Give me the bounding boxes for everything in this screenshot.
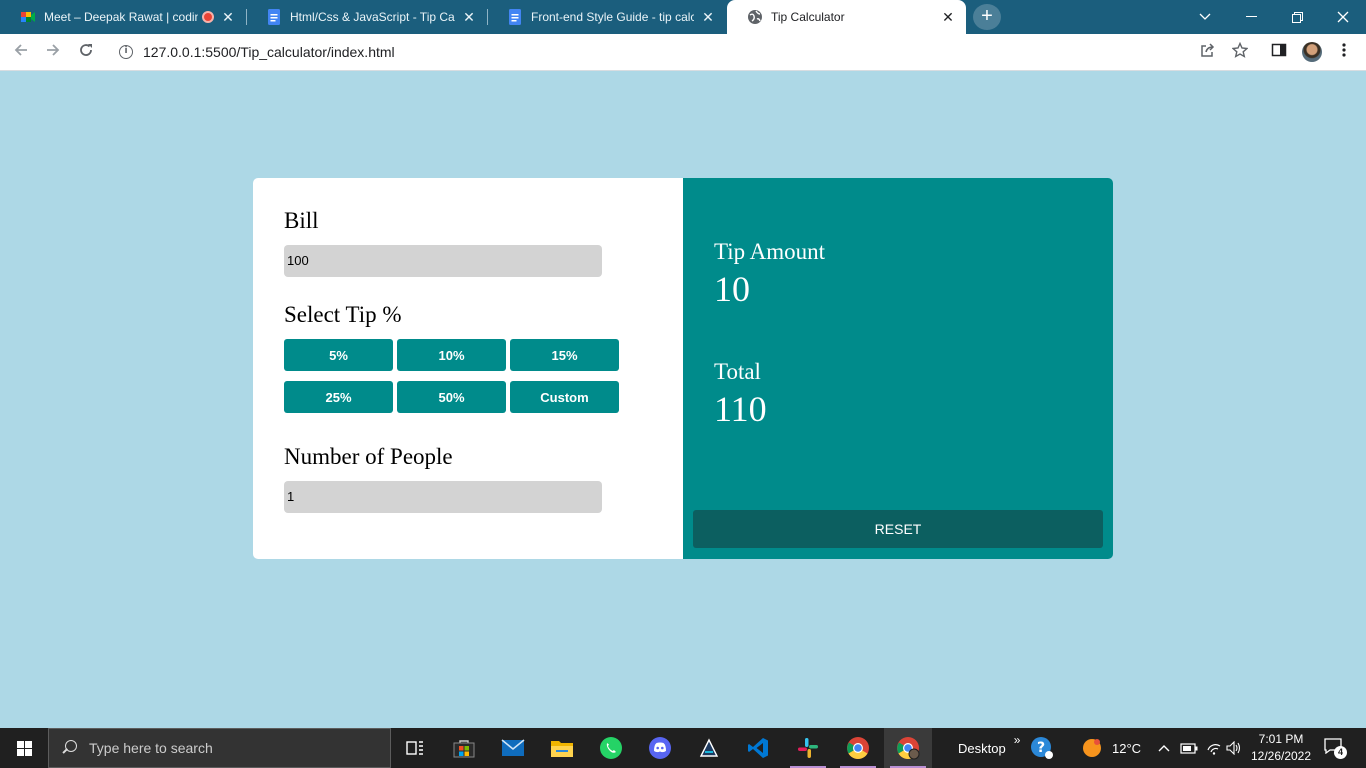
- google-docs-icon: [507, 9, 523, 25]
- restore-button[interactable]: [1274, 0, 1320, 34]
- close-tab-button[interactable]: ✕: [220, 9, 236, 25]
- results-panel: Tip Amount 10 Total 110 RESET: [683, 178, 1113, 559]
- share-icon[interactable]: [1198, 42, 1218, 62]
- profile-avatar[interactable]: [1302, 42, 1322, 62]
- volume-icon[interactable]: [1226, 728, 1242, 768]
- clock-time: 7:01 PM: [1258, 732, 1304, 746]
- url-text: 127.0.0.1:5500/Tip_calculator/index.html: [143, 44, 395, 60]
- notification-count-badge: 4: [1334, 746, 1347, 759]
- tab-style-guide[interactable]: Front-end Style Guide - tip calcul ✕: [487, 0, 726, 34]
- windows-logo-icon: [16, 740, 32, 756]
- microsoft-store-icon[interactable]: [440, 728, 488, 768]
- address-bar[interactable]: i 127.0.0.1:5500/Tip_calculator/index.ht…: [108, 38, 1260, 67]
- browser-tab-strip: Meet – Deepak Rawat | codin ✕ Html/Css &…: [0, 0, 1366, 34]
- tip-50-button[interactable]: 50%: [397, 381, 506, 413]
- help-icon[interactable]: ?: [1030, 728, 1054, 768]
- close-window-button[interactable]: [1320, 0, 1366, 34]
- tab-tip-calculator[interactable]: Tip Calculator ✕: [727, 0, 966, 34]
- slack-icon[interactable]: [784, 728, 832, 768]
- recording-icon: [202, 11, 214, 23]
- minimize-button[interactable]: [1228, 0, 1274, 34]
- chrome-profile-icon[interactable]: [884, 728, 932, 768]
- battery-icon[interactable]: [1180, 728, 1198, 768]
- search-placeholder: Type here to search: [89, 740, 213, 756]
- tab-html-css-js[interactable]: Html/Css & JavaScript - Tip Calcu ✕: [246, 0, 487, 34]
- discord-icon[interactable]: [636, 728, 684, 768]
- people-input[interactable]: 1: [284, 481, 602, 513]
- whatsapp-icon[interactable]: [587, 728, 635, 768]
- reload-icon[interactable]: [76, 42, 96, 62]
- google-meet-icon: [20, 9, 36, 25]
- close-tab-button[interactable]: ✕: [700, 9, 716, 25]
- tip-custom-button[interactable]: Custom: [510, 381, 619, 413]
- search-icon: [61, 740, 77, 756]
- maps-app-icon[interactable]: [685, 728, 733, 768]
- desktop-toolbar[interactable]: Desktop »: [958, 728, 1020, 768]
- total-label: Total: [714, 359, 761, 384]
- tab-title: Html/Css & JavaScript - Tip Calcu: [290, 10, 455, 24]
- tab-search-chevron-icon[interactable]: [1182, 0, 1228, 34]
- windows-taskbar: Type here to search Desktop » ? 12°C 7:0…: [0, 728, 1366, 768]
- close-tab-button[interactable]: ✕: [461, 9, 477, 25]
- notification-center-icon[interactable]: 4: [1322, 738, 1347, 759]
- more-menu-icon[interactable]: [1334, 42, 1354, 62]
- task-view-icon[interactable]: [391, 728, 439, 768]
- svg-text:?: ?: [1037, 740, 1045, 756]
- tab-title: Tip Calculator: [771, 10, 845, 24]
- total-value: 110: [714, 389, 767, 429]
- clock-date: 12/26/2022: [1250, 749, 1312, 763]
- new-tab-button[interactable]: +: [973, 4, 1001, 30]
- close-tab-button[interactable]: ✕: [940, 9, 956, 25]
- input-panel: Bill 100 Select Tip % 5% 10% 15% 25% 50%…: [253, 178, 683, 559]
- desktop-label: Desktop: [958, 740, 1006, 756]
- tip-25-button[interactable]: 25%: [284, 381, 393, 413]
- tab-meet[interactable]: Meet – Deepak Rawat | codin ✕: [0, 0, 246, 34]
- system-clock[interactable]: 7:01 PM 12/26/2022: [1248, 731, 1314, 765]
- weather-sun-icon: [1083, 739, 1101, 757]
- google-docs-icon: [266, 9, 282, 25]
- chrome-icon[interactable]: [834, 728, 882, 768]
- tab-title: Front-end Style Guide - tip calcul: [531, 10, 694, 24]
- back-arrow-icon[interactable]: [11, 42, 31, 62]
- temperature: 12°C: [1112, 740, 1142, 756]
- reset-button[interactable]: RESET: [693, 510, 1103, 548]
- tip-calculator-card: Bill 100 Select Tip % 5% 10% 15% 25% 50%…: [253, 178, 1113, 559]
- wifi-icon[interactable]: [1206, 728, 1222, 768]
- globe-icon: [747, 9, 763, 25]
- mail-icon[interactable]: [489, 728, 537, 768]
- desktop-chevron: »: [1013, 733, 1021, 747]
- tip-amount-label: Tip Amount: [714, 239, 826, 264]
- tab-title: Meet – Deepak Rawat | codin: [44, 10, 198, 24]
- start-button[interactable]: [0, 728, 48, 768]
- forward-arrow-icon[interactable]: [43, 42, 63, 62]
- bookmark-star-icon[interactable]: [1230, 41, 1250, 62]
- weather-widget[interactable]: 12°C: [1080, 728, 1141, 768]
- vscode-icon[interactable]: [734, 728, 782, 768]
- site-info-icon[interactable]: i: [119, 45, 133, 59]
- browser-toolbar: i 127.0.0.1:5500/Tip_calculator/index.ht…: [0, 34, 1366, 71]
- tip-amount-value: 10: [714, 269, 750, 309]
- number-of-people-label: Number of People: [284, 444, 453, 469]
- bill-label: Bill: [284, 208, 319, 233]
- tip-5-button[interactable]: 5%: [284, 339, 393, 371]
- bill-input[interactable]: 100: [284, 245, 602, 277]
- side-panel-icon[interactable]: [1269, 42, 1289, 62]
- file-explorer-icon[interactable]: [538, 728, 586, 768]
- select-tip-label: Select Tip %: [284, 302, 402, 327]
- show-hidden-icons-chevron-icon[interactable]: [1158, 728, 1170, 768]
- taskbar-search-box[interactable]: Type here to search: [48, 728, 391, 768]
- tip-15-button[interactable]: 15%: [510, 339, 619, 371]
- tip-10-button[interactable]: 10%: [397, 339, 506, 371]
